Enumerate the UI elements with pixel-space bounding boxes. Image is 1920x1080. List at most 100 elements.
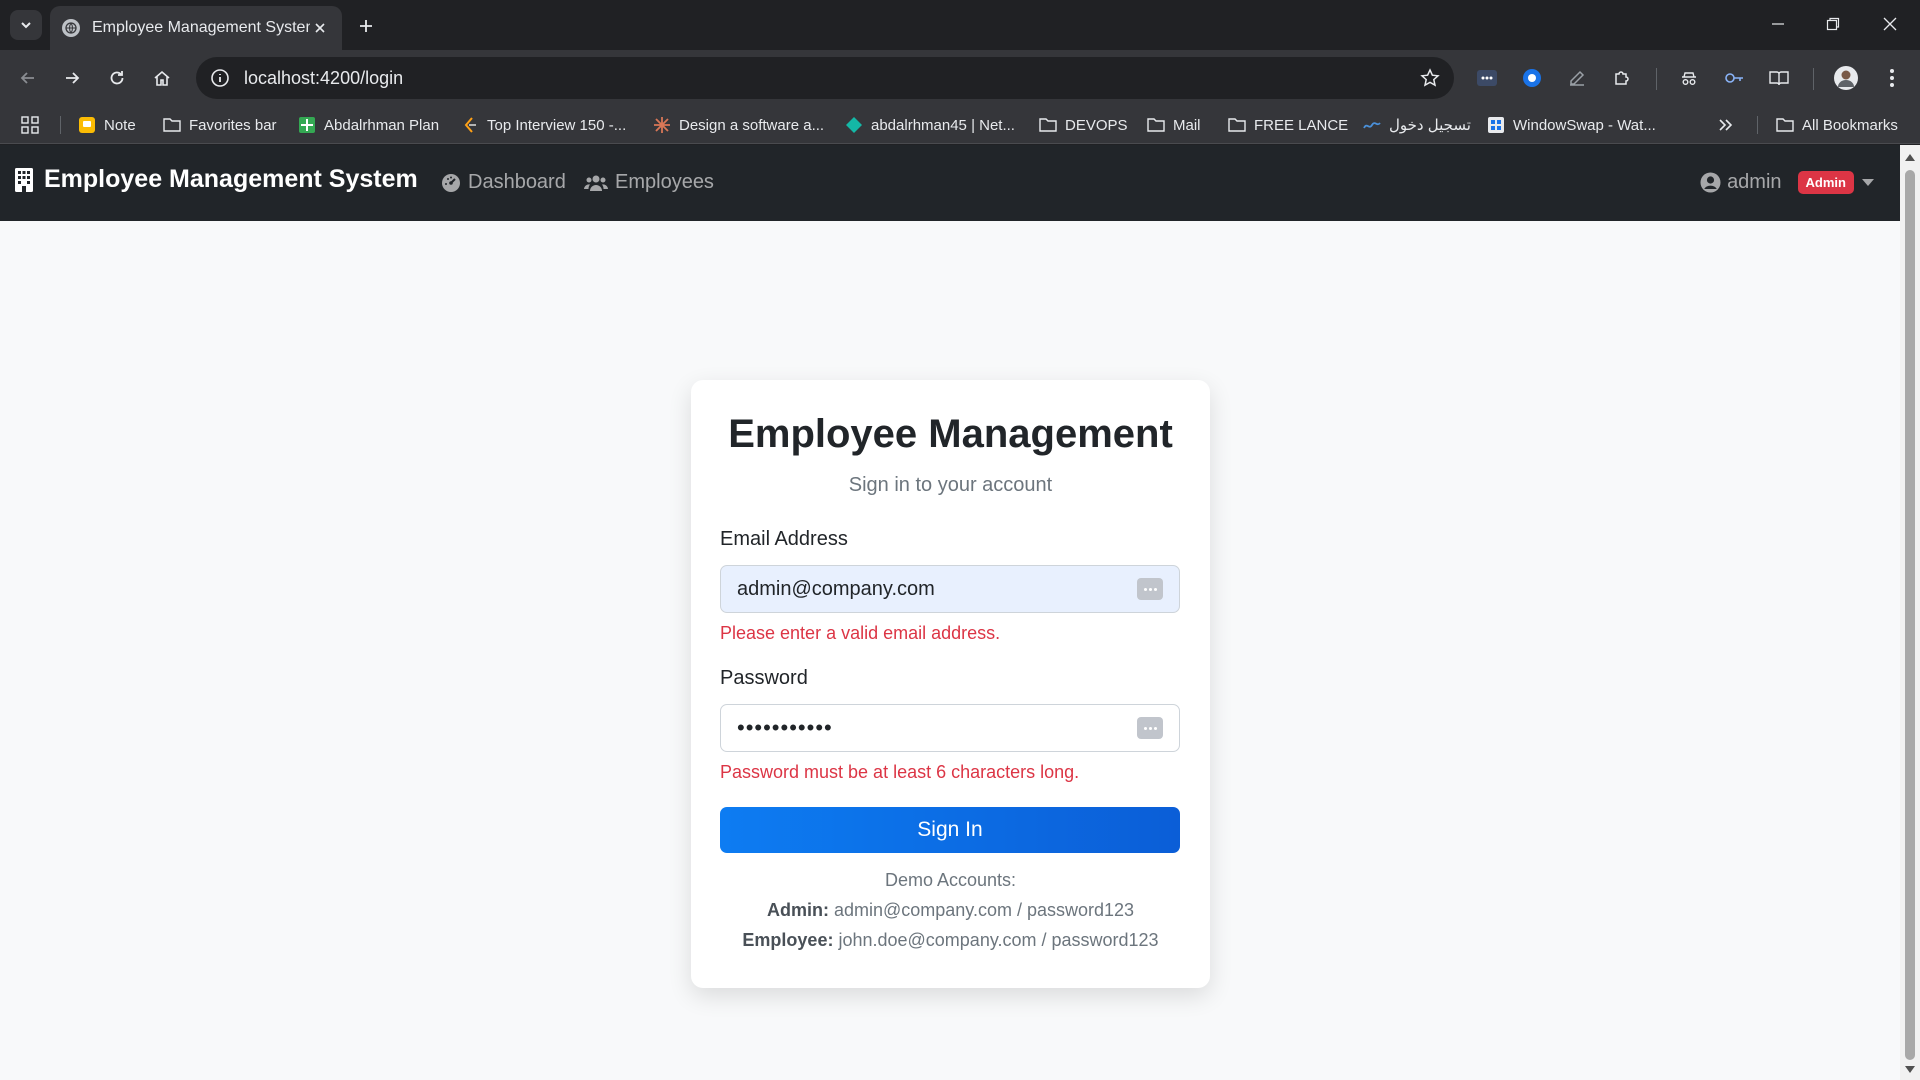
address-bar[interactable]: localhost:4200/login [196, 57, 1454, 99]
user-name: admin [1727, 171, 1782, 193]
folder-icon [1147, 116, 1165, 134]
star-icon[interactable] [1420, 68, 1440, 88]
page-scrollbar[interactable] [1900, 145, 1920, 1080]
folder-icon [1776, 116, 1794, 134]
bookmark-top-interview[interactable]: Top Interview 150 -... [461, 112, 626, 138]
key-icon [1725, 73, 1743, 83]
back-button[interactable] [12, 62, 44, 94]
site-info-icon[interactable] [210, 68, 230, 88]
incognito-button[interactable] [1673, 62, 1705, 94]
email-field[interactable]: admin@company.com [720, 565, 1180, 613]
puzzle-icon [1615, 71, 1629, 85]
edit-icon [1570, 70, 1585, 86]
passwords-button[interactable] [1718, 62, 1750, 94]
diamond-icon [845, 116, 863, 134]
toolbar-separator [1813, 68, 1814, 90]
tab-search-button[interactable] [10, 10, 42, 40]
book-icon [1769, 71, 1789, 86]
minimize-button[interactable] [1760, 8, 1796, 40]
new-tab-button[interactable] [352, 12, 380, 40]
bookmark-design-software[interactable]: Design a software a... [653, 112, 824, 138]
user-dropdown[interactable]: admin Admin [1700, 171, 1874, 194]
browser-tab-strip: Employee Management System [0, 0, 1920, 50]
building-icon [14, 167, 34, 193]
sign-in-button[interactable]: Sign In [720, 807, 1180, 853]
home-button[interactable] [146, 62, 178, 94]
bookmark-mail[interactable]: Mail [1147, 112, 1201, 138]
home-icon [154, 70, 170, 86]
password-manager-extension[interactable] [1471, 62, 1503, 94]
chevron-double-right-icon [1719, 119, 1733, 131]
bookmark-separator [1757, 116, 1758, 134]
avatar-icon [1834, 66, 1858, 90]
password-manager-icon[interactable] [1137, 717, 1163, 739]
email-value: admin@company.com [737, 577, 935, 600]
scroll-down-icon[interactable] [1904, 1063, 1916, 1075]
url-text[interactable]: localhost:4200/login [244, 68, 1420, 89]
dots-box-icon [1477, 70, 1497, 86]
user-circle-icon [1700, 172, 1721, 193]
bookmark-favorites-bar[interactable]: Favorites bar [163, 112, 277, 138]
arrow-right-icon [66, 72, 80, 84]
bookmark-windowswap[interactable]: WindowSwap - Wat... [1487, 112, 1656, 138]
app-navbar: Employee Management System Dashboard Emp… [0, 145, 1900, 221]
more-vertical-icon [1890, 69, 1894, 87]
extension-blue[interactable] [1516, 62, 1548, 94]
restore-button[interactable] [1815, 8, 1851, 40]
demo-admin: Admin: admin@company.com / password123 [766, 900, 1135, 920]
demo-employee: Employee: john.doe@company.com / passwor… [742, 930, 1159, 950]
bookmarks-overflow-button[interactable] [1718, 112, 1734, 138]
extension-edit[interactable] [1561, 62, 1593, 94]
browser-menu-button[interactable] [1876, 62, 1908, 94]
password-error: Password must be at least 6 characters l… [720, 762, 1080, 782]
extensions-button[interactable] [1606, 62, 1638, 94]
caret-down-icon [1862, 178, 1874, 187]
globe-icon [62, 19, 80, 37]
nav-dashboard[interactable]: Dashboard [441, 171, 566, 194]
bookmark-separator [60, 116, 61, 134]
apps-button[interactable] [20, 112, 40, 138]
toolbar-separator [1656, 68, 1657, 90]
browser-tab[interactable]: Employee Management System [50, 6, 342, 50]
reload-icon [110, 71, 124, 85]
reading-mode-button[interactable] [1763, 62, 1795, 94]
scroll-up-icon[interactable] [1904, 151, 1916, 163]
scroll-thumb[interactable] [1905, 170, 1915, 1060]
email-error: Please enter a valid email address. [720, 623, 1001, 643]
role-badge: Admin [1797, 171, 1854, 194]
folder-icon [1228, 116, 1246, 134]
folder-icon [163, 116, 181, 134]
leetcode-icon [461, 116, 479, 134]
password-manager-icon[interactable] [1137, 578, 1163, 600]
bookmark-abdalrhman-plan[interactable]: Abdalrhman Plan [298, 112, 439, 138]
claude-icon [653, 116, 671, 134]
note-icon [78, 116, 96, 134]
forward-button[interactable] [56, 62, 88, 94]
bookmark-devops[interactable]: DEVOPS [1039, 112, 1128, 138]
bookmarks-bar: Note Favorites bar Abdalrhman Plan Top I… [0, 106, 1920, 144]
bookmark-note[interactable]: Note [78, 112, 136, 138]
password-field[interactable]: ••••••••••• [720, 704, 1180, 752]
page-viewport: Employee Management System Dashboard Emp… [0, 145, 1900, 1080]
apps-grid-icon [21, 116, 39, 134]
profile-button[interactable] [1830, 62, 1862, 94]
bookmark-arabic-login[interactable]: تسجيل دخول [1363, 112, 1471, 138]
users-icon [584, 173, 608, 193]
browser-toolbar: localhost:4200/login [0, 50, 1920, 106]
minimize-icon [1772, 23, 1784, 25]
bookmark-abdalrhman45[interactable]: abdalrhman45 | Net... [845, 112, 1015, 138]
close-icon[interactable] [310, 18, 330, 38]
brand-link[interactable]: Employee Management System [14, 165, 418, 194]
close-icon [1883, 17, 1897, 31]
window-close-button[interactable] [1872, 8, 1908, 40]
reload-button[interactable] [101, 62, 133, 94]
incognito-icon [1682, 72, 1696, 85]
plus-icon [360, 20, 372, 32]
login-card: Employee Management Sign in to your acco… [691, 380, 1210, 988]
dashboard-icon [441, 173, 461, 193]
all-bookmarks-button[interactable]: All Bookmarks [1776, 112, 1898, 138]
bookmark-free-lance[interactable]: FREE LANCE [1228, 112, 1348, 138]
login-subtitle: Sign in to your account [848, 474, 1053, 496]
nav-employees[interactable]: Employees [584, 171, 714, 194]
password-label: Password [720, 667, 808, 689]
